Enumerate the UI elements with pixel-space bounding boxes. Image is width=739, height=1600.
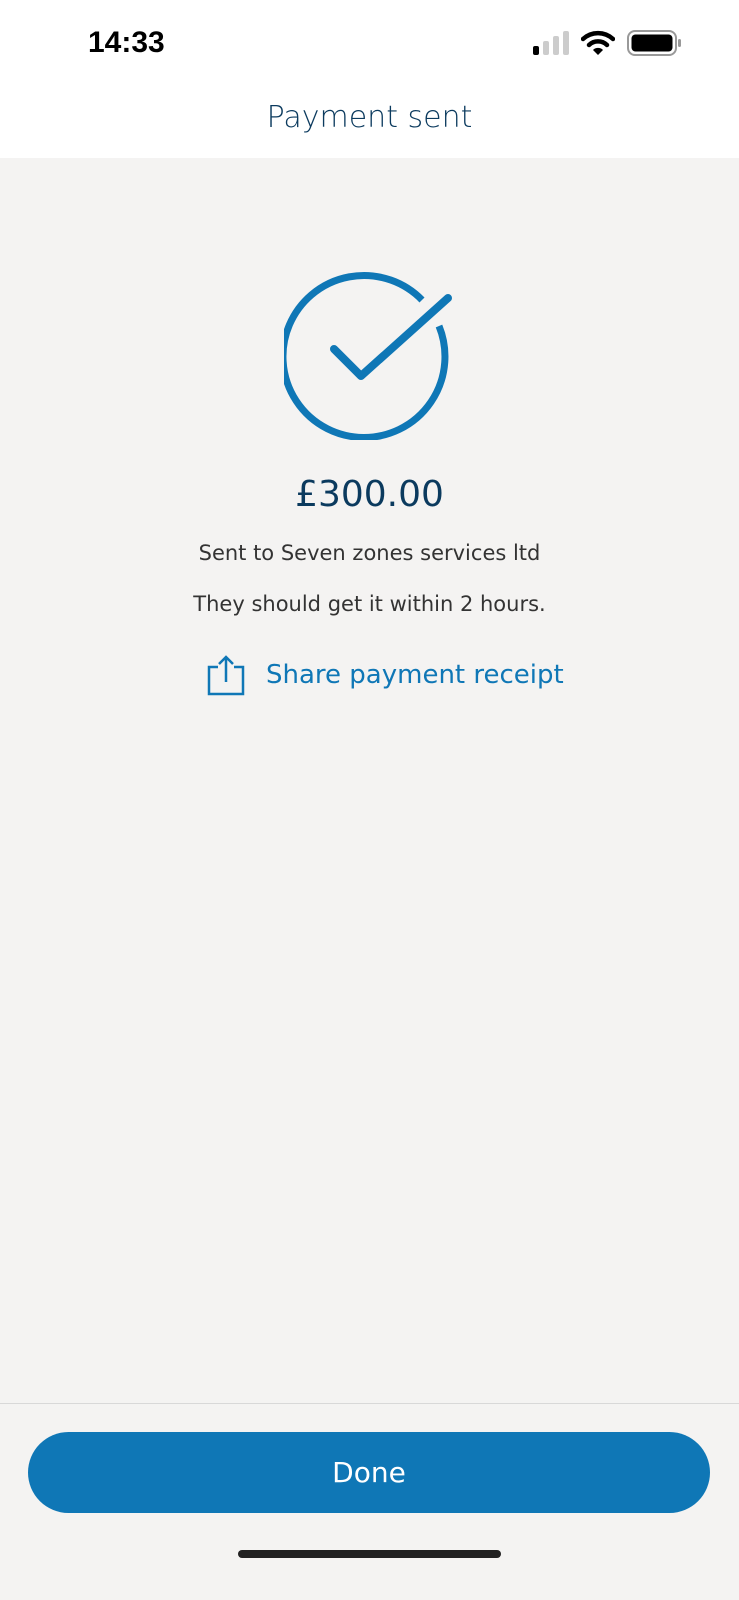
page-title: Payment sent: [266, 100, 473, 135]
eta-text: They should get it within 2 hours.: [193, 592, 546, 616]
recipient-text: Sent to Seven zones services ltd: [198, 541, 541, 565]
battery-icon: [627, 30, 681, 56]
footer-divider: [0, 1403, 739, 1404]
share-icon: [207, 655, 245, 696]
share-receipt-label: Share payment receipt: [266, 660, 564, 690]
signal-icon: [533, 31, 569, 55]
top-bar: 14:33 Payment sent: [0, 0, 739, 158]
payment-amount: £300.00: [295, 474, 444, 515]
home-indicator[interactable]: [238, 1550, 501, 1558]
share-receipt-link[interactable]: Share payment receipt: [206, 654, 564, 696]
done-button[interactable]: Done: [28, 1432, 710, 1513]
wifi-icon: [581, 30, 615, 55]
status-icons: [533, 30, 683, 56]
success-check-icon: [284, 272, 452, 440]
status-time: 14:33: [88, 26, 165, 59]
